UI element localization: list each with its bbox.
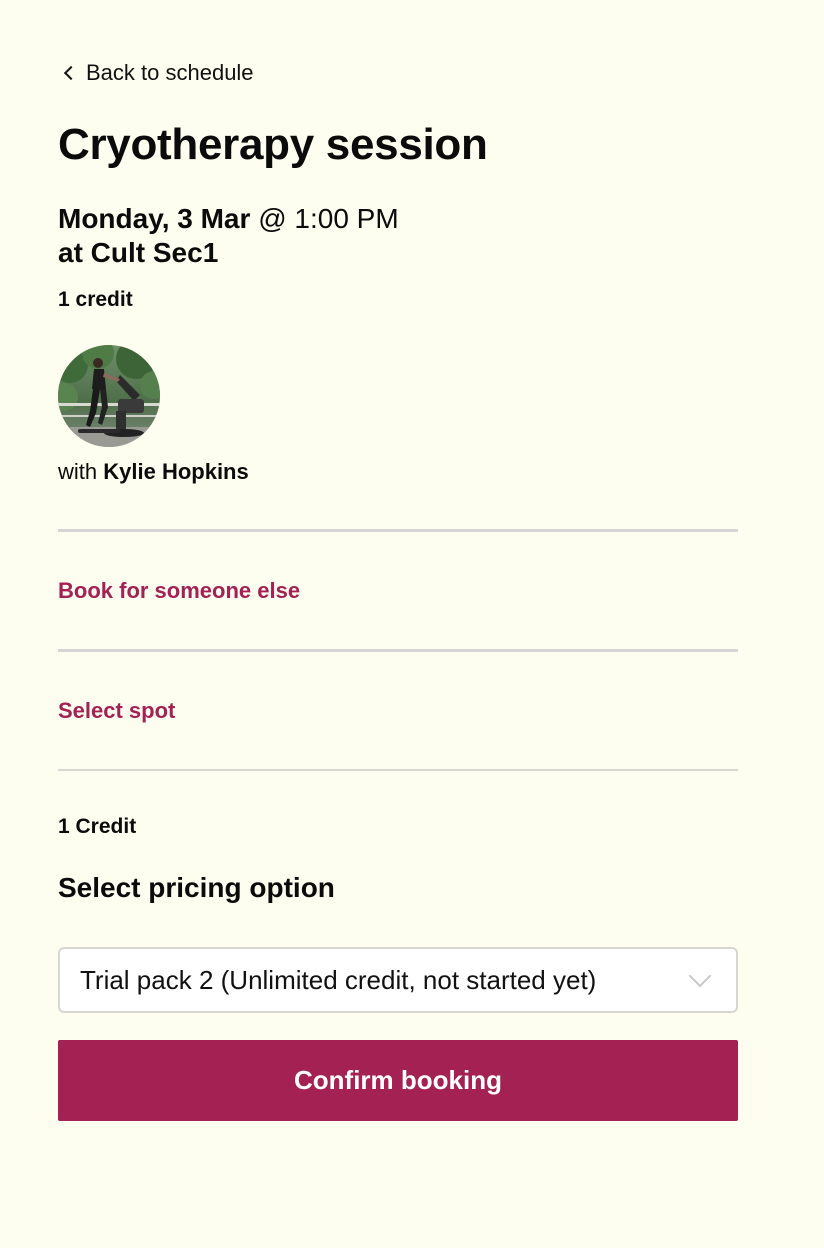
instructor-line: with Kylie Hopkins	[58, 459, 249, 485]
book-for-someone-else-link[interactable]: Book for someone else	[58, 578, 300, 604]
pricing-option-select[interactable]: Trial pack 2 (Unlimited credit, not star…	[58, 947, 738, 1013]
instructor-prefix: with	[58, 459, 98, 484]
back-to-schedule-link[interactable]: Back to schedule	[63, 60, 254, 86]
select-spot-link[interactable]: Select spot	[58, 698, 175, 724]
session-date: Monday, 3 Mar	[58, 203, 251, 234]
instructor-name: Kylie Hopkins	[103, 459, 249, 484]
divider	[58, 529, 738, 532]
chevron-down-icon	[688, 964, 712, 988]
credit-label: 1 Credit	[58, 815, 137, 838]
session-location: at Cult Sec1	[58, 237, 219, 268]
divider	[58, 769, 738, 771]
session-time: @ 1:00 PM	[258, 203, 399, 234]
pricing-option-value: Trial pack 2 (Unlimited credit, not star…	[80, 964, 597, 995]
back-label: Back to schedule	[86, 60, 254, 85]
confirm-booking-button[interactable]: Confirm booking	[58, 1040, 738, 1121]
divider	[58, 649, 738, 652]
chevron-left-icon	[63, 65, 79, 81]
page-title: Cryotherapy session	[58, 120, 488, 169]
session-datetime: Monday, 3 Mar @ 1:00 PM at Cult Sec1	[58, 202, 399, 270]
pricing-heading: Select pricing option	[58, 872, 335, 903]
session-credit: 1 credit	[58, 288, 133, 311]
instructor-avatar	[58, 345, 160, 447]
